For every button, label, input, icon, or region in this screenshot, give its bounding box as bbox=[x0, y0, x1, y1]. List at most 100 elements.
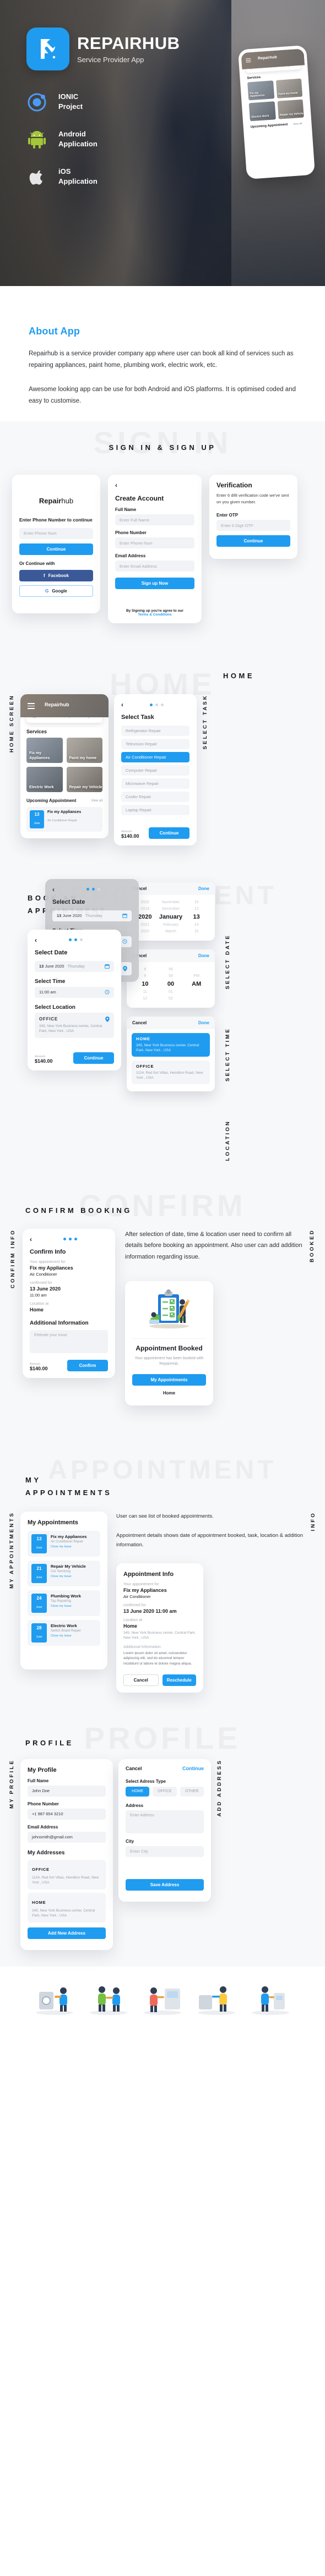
appointment-row[interactable]: 28 June Electric Work Switch Board Repair C… bbox=[28, 1619, 100, 1646]
clock-icon[interactable] bbox=[122, 939, 127, 944]
verify-continue-button[interactable]: Continue bbox=[216, 535, 290, 547]
date-field[interactable]: 13 June 2020 Thursday bbox=[35, 960, 114, 972]
location-option-office[interactable]: OFFICE 1124, Red fort Villas, Hemilton R… bbox=[132, 1060, 210, 1084]
profile-name-input[interactable]: John Doe bbox=[28, 1785, 106, 1797]
add-new-address-button[interactable]: Add New Address bbox=[28, 1927, 106, 1939]
address-type-home[interactable]: HOME bbox=[126, 1786, 150, 1797]
my-appointments-button[interactable]: My Appointments bbox=[132, 1374, 206, 1386]
profile-phone-input[interactable]: +1 987 654 3210 bbox=[28, 1808, 106, 1820]
day-option[interactable]: 12 bbox=[183, 906, 209, 913]
close-issue-link[interactable]: Close my Issue bbox=[51, 1575, 86, 1578]
day-option[interactable]: 15 bbox=[183, 929, 209, 935]
location-field[interactable]: OFFICE 345, New York Business center, Ce… bbox=[35, 1012, 114, 1038]
minute-option[interactable]: 02 bbox=[158, 996, 184, 1002]
facebook-login-button[interactable]: f Facebook bbox=[19, 569, 93, 581]
appointment-row[interactable]: 21 June Repair My Vehicle Car Servicing Clo… bbox=[28, 1560, 100, 1586]
month-option[interactable]: March bbox=[158, 929, 184, 935]
close-issue-link[interactable]: Close my Issue bbox=[51, 1605, 81, 1608]
hour-option[interactable]: 12 bbox=[132, 996, 158, 1002]
day-option-selected[interactable]: 13 bbox=[183, 913, 209, 922]
hamburger-icon[interactable] bbox=[246, 58, 251, 64]
month-option[interactable]: February bbox=[158, 922, 184, 929]
month-wheel[interactable]: November December January February March bbox=[158, 899, 184, 935]
minute-wheel[interactable]: 58 59 00 01 02 bbox=[158, 966, 184, 1002]
date-field[interactable]: 13 June 2020 Thursday bbox=[52, 910, 132, 921]
cancel-button[interactable]: Cancel bbox=[123, 1674, 159, 1686]
task-item[interactable]: Refrigerator Repair bbox=[121, 726, 189, 737]
month-option[interactable]: November bbox=[158, 899, 184, 906]
address-item[interactable]: OFFICE 1124, Red fort Villas, Hemilton R… bbox=[28, 1859, 106, 1890]
upcoming-appointment-row[interactable]: 13 June Fix my Appliances Air Conditione… bbox=[26, 807, 102, 832]
task-item[interactable]: Laptop Repair bbox=[121, 805, 189, 816]
month-option[interactable]: December bbox=[158, 906, 184, 913]
service-card[interactable]: Fix my Appliances bbox=[26, 738, 63, 764]
hamburger-icon[interactable] bbox=[28, 703, 35, 711]
phone-input[interactable]: Enter Phone Num bbox=[19, 528, 93, 539]
minute-option-selected[interactable]: 00 bbox=[158, 980, 184, 989]
meridiem-wheel[interactable]: PM AM bbox=[183, 966, 209, 1002]
location-picker-cancel[interactable]: Cancel bbox=[132, 1020, 147, 1025]
profile-email-input[interactable]: johnsmith@gmail.com bbox=[28, 1831, 106, 1843]
location-option-home[interactable]: HOME 345, New York Business center, Cent… bbox=[132, 1032, 210, 1057]
day-option[interactable]: 14 bbox=[183, 922, 209, 929]
google-login-button[interactable]: G Google bbox=[19, 585, 93, 597]
day-wheel[interactable]: 15 12 13 14 15 bbox=[183, 899, 209, 935]
full-name-input[interactable]: Enter Full Name bbox=[115, 514, 194, 526]
day-option[interactable]: 15 bbox=[183, 899, 209, 906]
service-card[interactable]: Repair my Vehicle bbox=[66, 767, 102, 793]
task-item[interactable]: Cooler Repair bbox=[121, 792, 189, 803]
meridiem-option[interactable]: PM bbox=[183, 973, 209, 980]
task-item[interactable]: Computer Repair bbox=[121, 765, 189, 776]
calendar-icon[interactable] bbox=[105, 964, 110, 969]
calendar-icon[interactable] bbox=[122, 913, 127, 919]
continue-button[interactable]: Continue bbox=[19, 543, 93, 555]
additional-info-textarea[interactable]: Elebrate your issue bbox=[30, 1330, 108, 1353]
view-all-link[interactable]: View all bbox=[91, 799, 102, 803]
view-all-link[interactable]: View all bbox=[293, 122, 302, 125]
time-field[interactable]: 11:00 am bbox=[35, 986, 114, 998]
minute-option[interactable]: 58 bbox=[158, 966, 184, 973]
signup-button[interactable]: Sign up Now bbox=[115, 578, 194, 590]
time-picker-done[interactable]: Done bbox=[198, 953, 209, 958]
service-card[interactable]: Repair my Vehicle bbox=[277, 99, 304, 119]
address-type-other[interactable]: OTHER bbox=[180, 1786, 204, 1797]
city-input[interactable]: Enter City bbox=[126, 1846, 204, 1857]
save-address-button[interactable]: Save Address bbox=[126, 1879, 204, 1891]
add-address-cancel[interactable]: Cancel bbox=[126, 1766, 142, 1771]
appointment-row[interactable]: 13 June Fix my Appliances Air Conditioner … bbox=[28, 1530, 100, 1557]
appointment-row[interactable]: 24 June Plumbing Work Tap Repairing Close m… bbox=[28, 1590, 100, 1616]
minute-option[interactable]: 01 bbox=[158, 989, 184, 996]
book-continue-button[interactable]: Continue bbox=[73, 1052, 114, 1064]
terms-link[interactable]: Terms & Conditions bbox=[115, 613, 194, 617]
location-picker-done[interactable]: Done bbox=[198, 1020, 209, 1025]
date-picker-done[interactable]: Done bbox=[198, 886, 209, 891]
service-card[interactable]: Paint my home bbox=[66, 738, 102, 764]
service-card[interactable]: Fix my Appliances bbox=[247, 80, 274, 101]
service-card[interactable]: Paint my home bbox=[275, 78, 303, 98]
chevron-left-icon[interactable]: ‹ bbox=[115, 481, 194, 489]
close-issue-link[interactable]: Close my Issue bbox=[51, 1634, 81, 1638]
clock-icon[interactable] bbox=[105, 990, 110, 995]
phone-input[interactable]: Enter Phone Num bbox=[115, 537, 194, 549]
service-card[interactable]: Electric Work bbox=[26, 767, 63, 793]
address-input[interactable]: Enter Address bbox=[126, 1810, 204, 1833]
minute-option[interactable]: 59 bbox=[158, 973, 184, 980]
email-input[interactable]: Enter Email Address bbox=[115, 561, 194, 572]
reschedule-button[interactable]: Reschedule bbox=[162, 1674, 196, 1686]
address-item[interactable]: HOME 345, New York Business center, Cent… bbox=[28, 1892, 106, 1923]
add-address-continue[interactable]: Continue bbox=[182, 1766, 204, 1771]
service-card[interactable]: Electric Work bbox=[248, 101, 276, 122]
otp-input[interactable]: Enter 6 Digit OTP bbox=[216, 520, 290, 531]
month-option-selected[interactable]: January bbox=[158, 913, 184, 922]
confirm-button[interactable]: Confirm bbox=[67, 1359, 108, 1371]
hour-option-selected[interactable]: 10 bbox=[132, 980, 158, 989]
hour-option[interactable]: 11 bbox=[132, 989, 158, 996]
close-issue-link[interactable]: Close my Issue bbox=[51, 1545, 87, 1548]
task-item-selected[interactable]: Air Conditioner Repair bbox=[121, 752, 189, 763]
task-continue-button[interactable]: Continue bbox=[149, 827, 189, 839]
meridiem-option-selected[interactable]: AM bbox=[183, 980, 209, 989]
task-item[interactable]: Microwave Repair bbox=[121, 778, 189, 789]
address-type-office[interactable]: OFFICE bbox=[153, 1786, 177, 1797]
task-item[interactable]: Television Repair bbox=[121, 739, 189, 750]
home-link[interactable]: Home bbox=[132, 1391, 206, 1396]
